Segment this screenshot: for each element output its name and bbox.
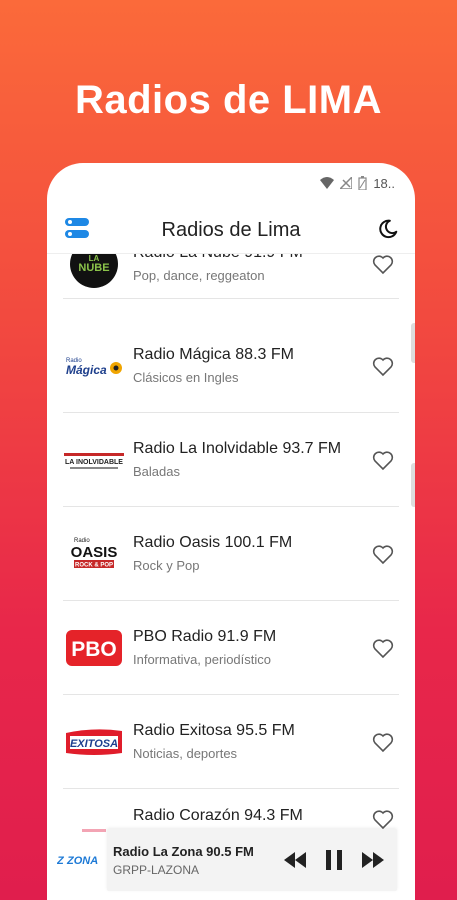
station-genre: Informativa, periodístico [133,652,272,667]
menu-toggle-icon[interactable] [65,218,89,240]
list-item[interactable]: Radio OASIS ROCK & POP Radio Oasis 100.1 F… [63,507,399,601]
svg-text:ROCK & POP: ROCK & POP [75,562,113,568]
station-genre: Clásicos en Ingles [133,370,239,385]
station-genre: Pop, dance, reggeaton [133,268,265,283]
svg-text:NUBE: NUBE [78,262,109,274]
favorite-heart-icon[interactable] [371,636,395,660]
list-item[interactable]: Radio Mágica Radio Mágica 88.3 FM Clásico… [63,319,399,413]
station-name: Radio Mágica 88.3 FM [133,346,294,363]
svg-text:PBO: PBO [71,638,117,661]
favorite-heart-icon[interactable] [371,448,395,472]
fast-forward-icon[interactable] [361,851,385,869]
list-item[interactable]: LA INOLVIDABLE Radio La Inolvidable 93.7… [63,413,399,507]
svg-text:Mágica: Mágica [66,363,107,377]
rewind-icon[interactable] [283,851,307,869]
station-name: Radio La Inolvidable 93.7 FM [133,440,342,457]
status-bar: 18.. [320,173,395,193]
station-logo: EXITOSA [63,718,125,766]
app-title: Radios de Lima [161,219,301,241]
station-name: PBO Radio 91.9 FM [133,628,277,645]
player-logo-text: ZONA [66,855,98,867]
edge-indicator [411,463,415,507]
no-signal-icon [340,177,353,189]
pause-icon[interactable] [325,849,343,871]
station-name: Radio Corazón 94.3 FM [133,807,303,824]
mini-player[interactable]: Radio La Zona 90.5 FM GRPP-LAZONA [107,829,397,891]
station-genre: Noticias, deportes [133,746,238,761]
wifi-icon [320,177,335,189]
svg-text:LA INOLVIDABLE: LA INOLVIDABLE [65,459,123,466]
edge-indicator [411,323,415,363]
station-logo: LA INOLVIDABLE [63,436,125,484]
favorite-heart-icon[interactable] [371,807,395,831]
station-genre: Baladas [133,464,180,479]
list-item[interactable]: EXITOSA Radio Exitosa 95.5 FM Noticias, … [63,695,399,789]
phone-frame: 18.. Radios de Lima LANUBE Radio La Nube… [47,163,415,900]
favorite-heart-icon[interactable] [371,354,395,378]
station-logo: Radio OASIS ROCK & POP [63,530,125,578]
favorite-heart-icon[interactable] [371,542,395,566]
clock: 18.. [373,175,395,191]
app-bar: Radios de Lima [47,208,415,254]
favorite-heart-icon[interactable] [371,252,395,276]
station-logo: PBO [63,624,125,672]
battery-icon [358,176,367,190]
now-playing-subtitle: GRPP-LAZONA [113,862,200,877]
svg-text:EXITOSA: EXITOSA [70,738,118,750]
station-logo: Radio Mágica [63,342,125,390]
now-playing-name: Radio La Zona 90.5 FM [113,843,254,859]
dark-mode-moon-icon[interactable] [377,218,399,240]
favorite-heart-icon[interactable] [371,730,395,754]
svg-text:Z: Z [57,855,65,867]
station-name: Radio Exitosa 95.5 FM [133,722,295,739]
list-item[interactable]: PBO PBO Radio 91.9 FM Informativa, perio… [63,601,399,695]
promo-title: Radios de LIMA [74,78,383,122]
station-name: Radio Oasis 100.1 FM [133,534,293,551]
station-genre: Rock y Pop [133,558,200,573]
svg-text:OASIS: OASIS [71,544,118,561]
player-station-logo: Z ZONA [56,851,105,873]
